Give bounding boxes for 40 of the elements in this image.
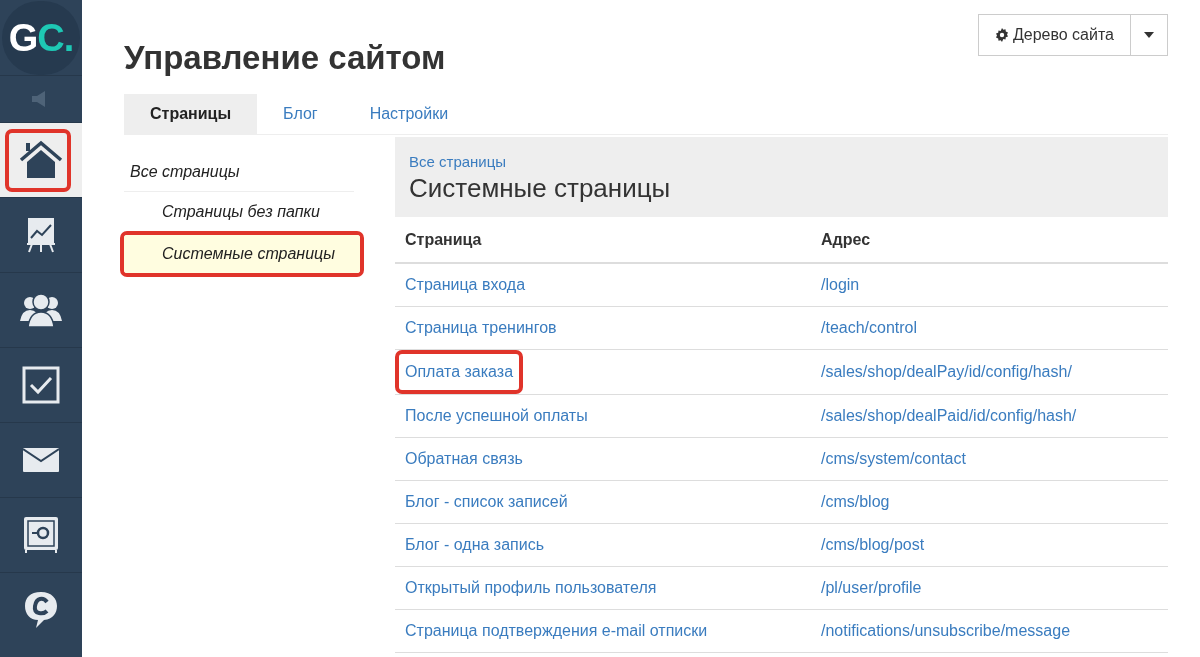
address-link[interactable]: /notifications/unsubscribe/message xyxy=(821,621,1071,639)
address-link[interactable]: /teach/control xyxy=(821,318,918,336)
folder-item[interactable]: Все страницы xyxy=(124,153,354,191)
page-link[interactable]: Оплата заказа xyxy=(405,362,514,380)
chart-board-icon xyxy=(26,217,56,253)
folder-item[interactable]: Страницы без папки xyxy=(124,193,354,231)
address-link[interactable]: /cms/blog/post xyxy=(821,535,925,553)
address-link[interactable]: /login xyxy=(821,275,860,293)
users-icon xyxy=(20,293,62,327)
tab[interactable]: Страницы xyxy=(124,94,258,134)
address-link[interactable]: /sales/shop/dealPay/id/config/hash/ xyxy=(821,362,1072,380)
mail-icon xyxy=(23,448,59,472)
page-link[interactable]: Страница тренингов xyxy=(405,318,557,336)
address-link[interactable]: /cms/system/contact xyxy=(821,449,966,467)
tab[interactable]: Блог xyxy=(257,94,344,134)
checkbox-icon xyxy=(22,366,60,404)
column-header: Адрес xyxy=(811,217,1168,263)
logo[interactable]: GC. xyxy=(2,0,80,75)
address-link[interactable]: /sales/shop/dealPaid/id/config/hash/ xyxy=(821,406,1077,424)
address-link[interactable]: /pl/user/profile xyxy=(821,578,922,596)
breadcrumb-link[interactable]: Все страницы xyxy=(409,153,507,171)
chat-icon xyxy=(24,591,58,629)
page-link[interactable]: Открытый профиль пользователя xyxy=(405,578,657,596)
tab[interactable]: Настройки xyxy=(343,94,475,134)
caret-icon xyxy=(1144,32,1154,38)
safe-icon xyxy=(23,516,59,554)
page-link[interactable]: Страница входа xyxy=(405,275,526,293)
page-link[interactable]: Страница подтверждения e-mail отписки xyxy=(405,621,708,639)
folder-item[interactable]: Системные страницы xyxy=(124,235,360,273)
sidebar-item[interactable] xyxy=(0,122,82,197)
page-link[interactable]: Обратная связь xyxy=(405,449,523,467)
address-link[interactable]: /cms/blog xyxy=(821,492,890,510)
page-link[interactable]: Блог - одна запись xyxy=(405,535,545,553)
gear-icon xyxy=(994,28,1009,42)
home-icon xyxy=(18,140,64,180)
column-header: Страница xyxy=(395,217,811,263)
page-link[interactable]: Блог - список записей xyxy=(405,492,568,510)
page-link[interactable]: После успешной оплаты xyxy=(405,406,588,424)
panel-heading: Системные страницы xyxy=(409,172,671,205)
page-title: Управление сайтом xyxy=(124,38,447,78)
